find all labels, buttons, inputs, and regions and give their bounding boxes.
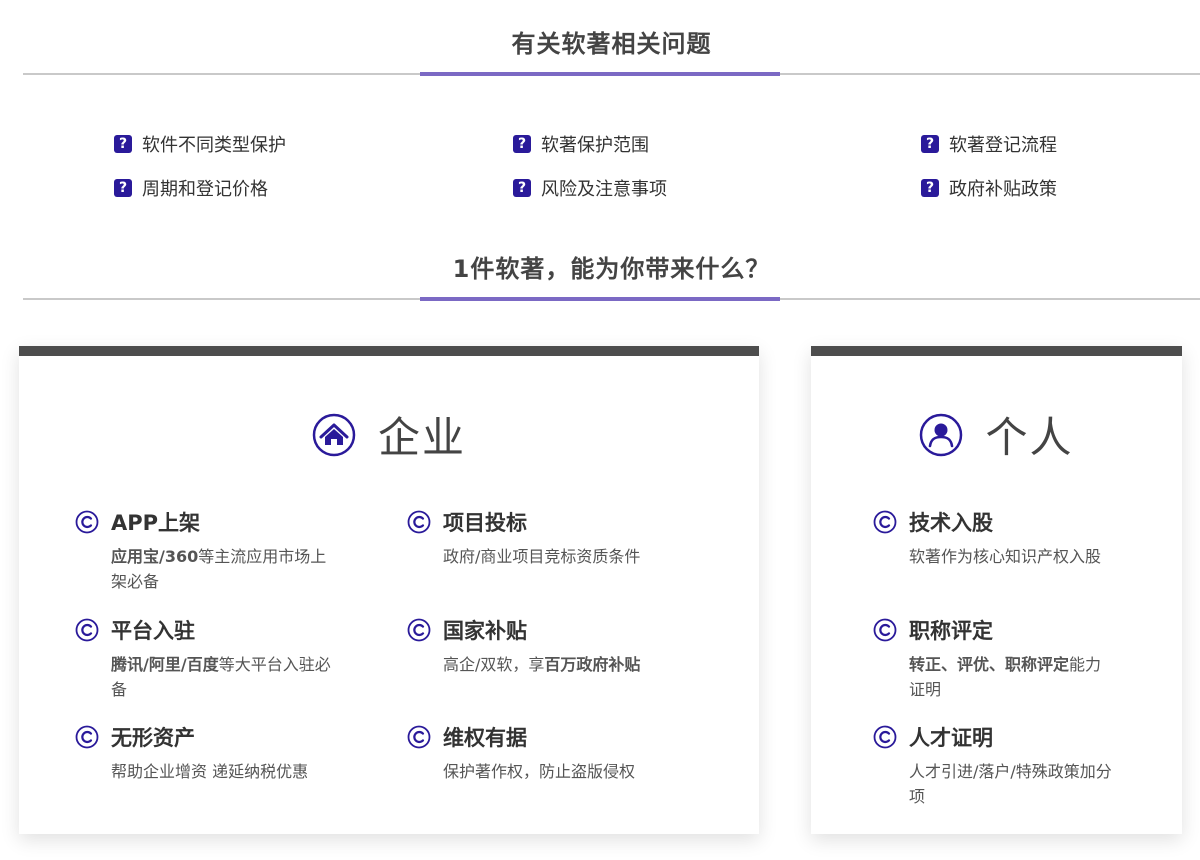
copyright-icon: [75, 725, 99, 749]
feature-title: 国家补贴: [443, 619, 527, 643]
benefits-divider-accent: [420, 297, 780, 301]
feature-title-evaluation: 职称评定 转正、评优、职称评定能力证明: [873, 616, 1173, 702]
question-icon: ?: [513, 179, 531, 197]
feature-desc: 应用宝/360等主流应用市场上架必备: [111, 547, 327, 591]
home-circle-icon: [312, 413, 356, 456]
copyright-icon: [407, 510, 431, 534]
feature-bidding: 项目投标 政府/商业项目竞标资质条件: [407, 508, 707, 569]
feature-title: 技术入股: [909, 511, 993, 535]
user-circle-icon: [920, 413, 963, 456]
copyright-icon: [873, 725, 897, 749]
benefits-section-title: 1件软著，能为你带来什么？: [452, 255, 771, 283]
faq-list: ? 软件不同类型保护 ? 软著保护范围 ? 软著登记流程 ? 周期和登记价格 ?…: [0, 120, 1200, 220]
enterprise-card-title: 企业: [19, 404, 759, 465]
copyright-icon: [75, 618, 99, 642]
faq-item-period-price[interactable]: ? 周期和登记价格: [114, 175, 268, 201]
feature-title: APP上架: [111, 511, 201, 535]
question-icon: ?: [513, 135, 531, 153]
feature-national-subsidy: 国家补贴 高企/双软，享百万政府补贴: [407, 616, 707, 677]
feature-title: 职称评定: [909, 619, 993, 643]
feature-desc: 高企/双软，享百万政府补贴: [443, 655, 641, 674]
faq-item-label: 周期和登记价格: [142, 179, 268, 200]
feature-title: 平台入驻: [111, 619, 195, 643]
feature-title: 维权有据: [443, 726, 527, 750]
question-icon: ?: [921, 135, 939, 153]
feature-platform-entry: 平台入驻 腾讯/阿里/百度等大平台入驻必备: [75, 616, 375, 702]
copyright-icon: [873, 618, 897, 642]
faq-item-label: 风险及注意事项: [541, 179, 667, 200]
personal-card-title: 个人: [811, 404, 1182, 465]
feature-title: 人才证明: [909, 726, 993, 750]
faq-item-subsidy-policy[interactable]: ? 政府补贴政策: [921, 175, 1057, 201]
copyright-icon: [873, 510, 897, 534]
feature-rights-protection: 维权有据 保护著作权，防止盗版侵权: [407, 723, 707, 784]
personal-title-text: 个人: [985, 413, 1074, 462]
feature-desc: 转正、评优、职称评定能力证明: [909, 655, 1102, 699]
faq-item-label: 软件不同类型保护: [142, 135, 286, 156]
question-icon: ?: [114, 179, 132, 197]
copyright-icon: [75, 510, 99, 534]
benefits-section-header: 1件软著，能为你带来什么？: [23, 225, 1200, 301]
faq-item-label: 软著登记流程: [949, 135, 1057, 156]
enterprise-title-text: 企业: [377, 413, 466, 462]
feature-desc: 政府/商业项目竞标资质条件: [443, 547, 641, 566]
feature-title: 无形资产: [111, 726, 195, 750]
feature-intangible-assets: 无形资产 帮助企业增资 递延纳税优惠: [75, 723, 375, 784]
feature-desc: 腾讯/阿里/百度等大平台入驻必备: [111, 655, 331, 699]
copyright-icon: [407, 618, 431, 642]
card-top-bar: [811, 346, 1182, 356]
faq-item-label: 软著保护范围: [541, 135, 649, 156]
copyright-icon: [407, 725, 431, 749]
feature-desc: 保护著作权，防止盗版侵权: [443, 762, 636, 781]
faq-item-software-protection[interactable]: ? 软件不同类型保护: [114, 131, 286, 157]
feature-desc: 帮助企业增资 递延纳税优惠: [111, 762, 309, 781]
faq-divider-accent: [420, 72, 780, 76]
faq-item-label: 政府补贴政策: [949, 179, 1057, 200]
feature-desc: 人才引进/落户/特殊政策加分项: [909, 762, 1112, 806]
question-icon: ?: [921, 179, 939, 197]
faq-item-protection-scope[interactable]: ? 软著保护范围: [513, 131, 649, 157]
feature-app-listing: APP上架 应用宝/360等主流应用市场上架必备: [75, 508, 375, 594]
personal-card: 个人 技术入股 软著作为核心知识产权入股 职称评定 转正、评优、职称评定能力证明: [811, 346, 1182, 834]
question-icon: ?: [114, 135, 132, 153]
card-top-bar: [19, 346, 759, 356]
feature-title: 项目投标: [443, 511, 527, 535]
faq-item-registration-process[interactable]: ? 软著登记流程: [921, 131, 1057, 157]
enterprise-card: 企业 APP上架 应用宝/360等主流应用市场上架必备 项目投标 政府/商业项目…: [19, 346, 759, 834]
faq-section-header: 有关软著相关问题: [23, 0, 1200, 76]
feature-tech-equity: 技术入股 软著作为核心知识产权入股: [873, 508, 1173, 569]
feature-talent-certificate: 人才证明 人才引进/落户/特殊政策加分项: [873, 723, 1173, 809]
faq-item-risks[interactable]: ? 风险及注意事项: [513, 175, 667, 201]
faq-section-title: 有关软著相关问题: [511, 30, 712, 58]
feature-desc: 软著作为核心知识产权入股: [909, 547, 1102, 566]
